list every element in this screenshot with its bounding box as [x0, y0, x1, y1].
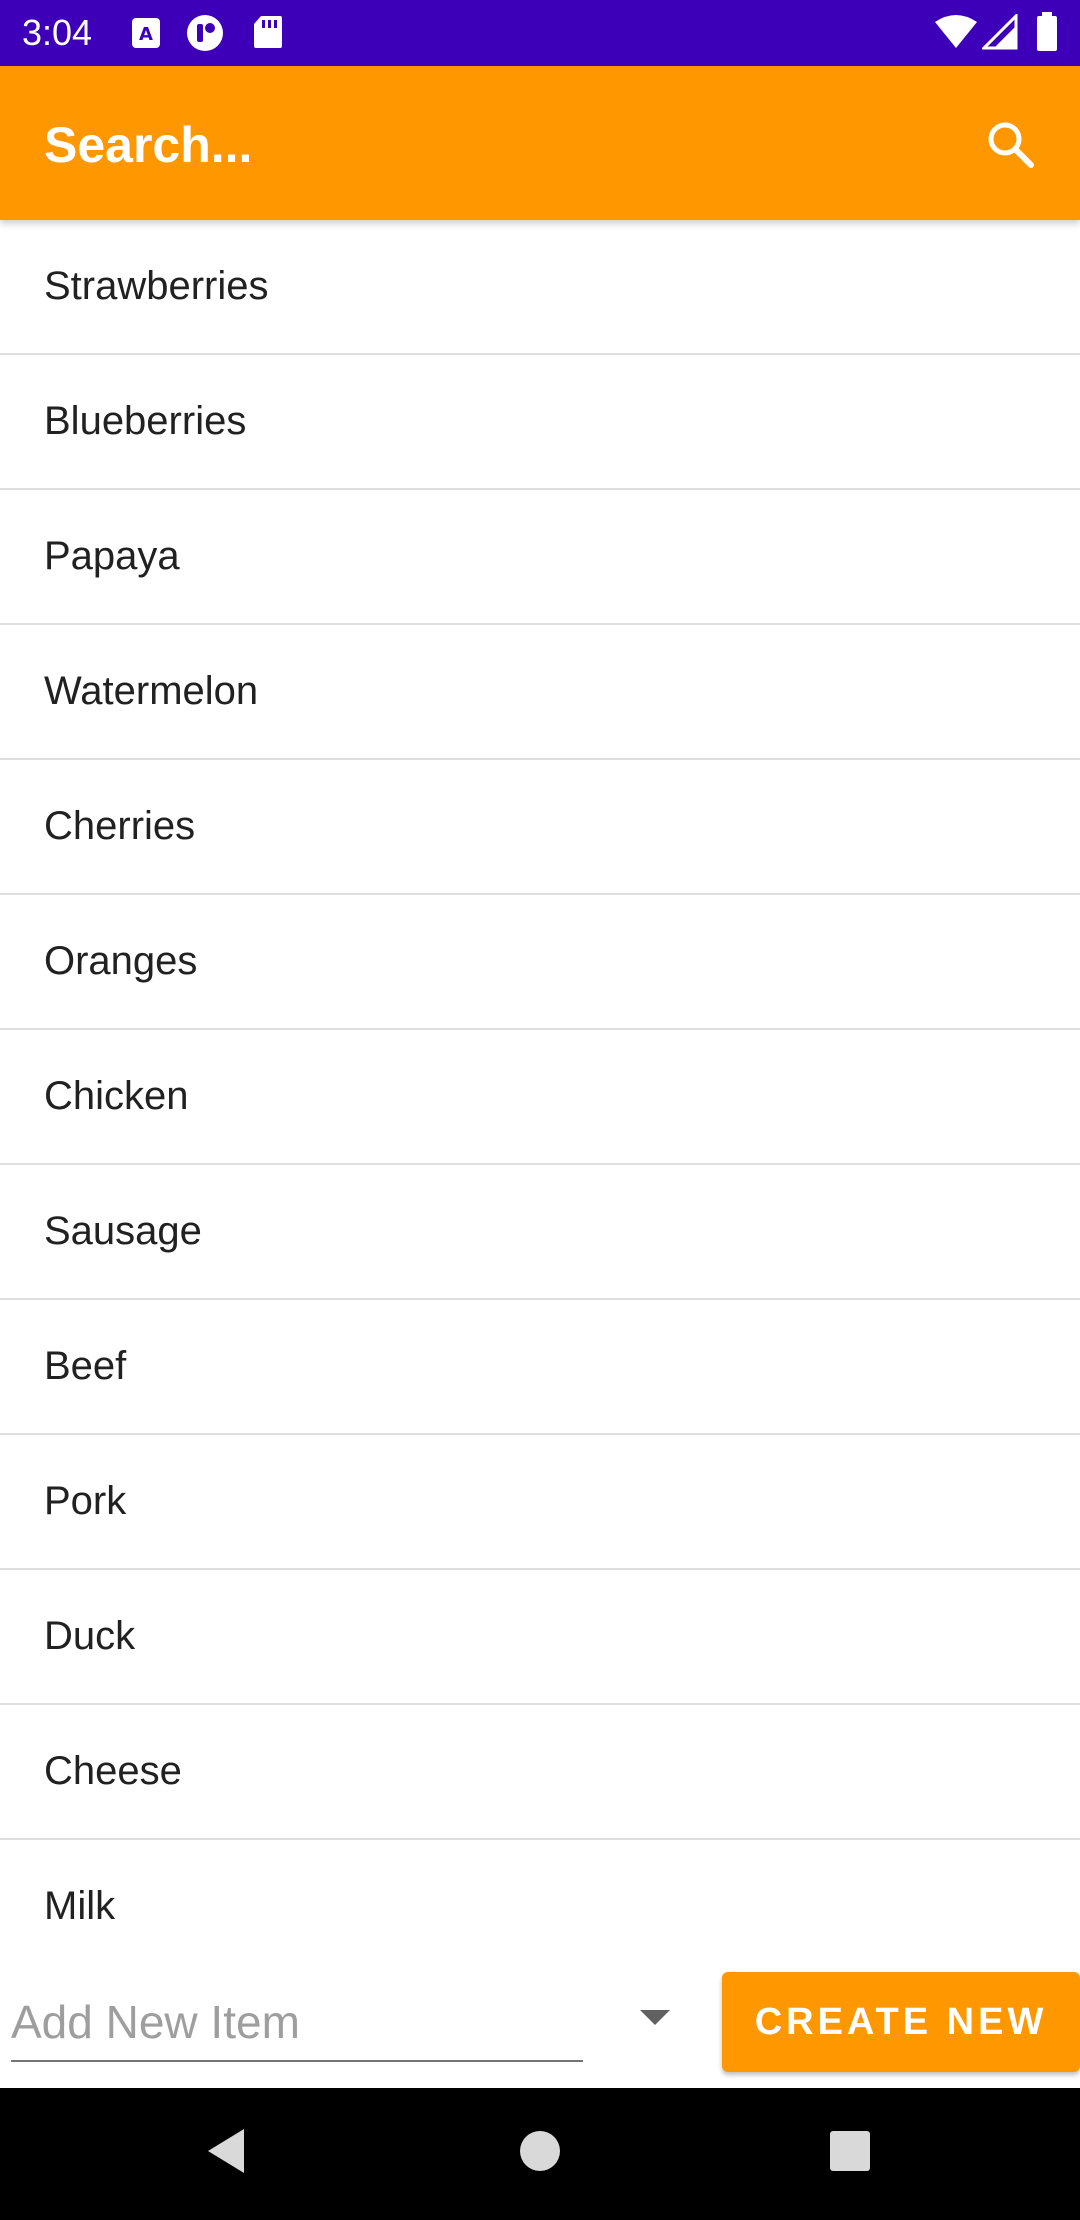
- recents-button[interactable]: [810, 2118, 890, 2188]
- sd-card-icon: [252, 14, 284, 55]
- list-item[interactable]: Blueberries: [0, 355, 1080, 490]
- list-item[interactable]: Cheese: [0, 1705, 1080, 1840]
- list-item[interactable]: Duck: [0, 1570, 1080, 1705]
- battery-icon: [1036, 12, 1058, 57]
- signal-icon: [980, 12, 1018, 55]
- add-new-item-input[interactable]: [11, 1990, 583, 2062]
- dropdown-arrow-icon: [640, 2009, 670, 2031]
- back-icon: [204, 2127, 248, 2180]
- list-item[interactable]: Milk: [0, 1840, 1080, 1960]
- list-item[interactable]: Strawberries: [0, 220, 1080, 355]
- list-item[interactable]: Pork: [0, 1435, 1080, 1570]
- wifi-icon: [934, 14, 978, 55]
- list-item[interactable]: Beef: [0, 1300, 1080, 1435]
- search-app-bar: [0, 66, 1080, 220]
- list-item[interactable]: Cherries: [0, 760, 1080, 895]
- list-item[interactable]: Oranges: [0, 895, 1080, 1030]
- search-icon: [984, 118, 1036, 175]
- list-item[interactable]: Papaya: [0, 490, 1080, 625]
- svg-text:A: A: [139, 24, 153, 45]
- list-item[interactable]: Chicken: [0, 1030, 1080, 1165]
- category-dropdown[interactable]: [630, 2000, 680, 2040]
- status-time: 3:04: [22, 12, 93, 53]
- list-item[interactable]: Sausage: [0, 1165, 1080, 1300]
- list-item[interactable]: Watermelon: [0, 625, 1080, 760]
- system-nav-bar: [0, 2088, 1080, 2220]
- home-icon: [519, 2130, 561, 2177]
- status-bar: 3:04 A: [0, 0, 1080, 66]
- app-notification-icon: [186, 14, 224, 57]
- create-new-button[interactable]: CREATE NEW: [722, 1972, 1080, 2072]
- home-button[interactable]: [500, 2118, 580, 2188]
- item-list[interactable]: Strawberries Blueberries Papaya Watermel…: [0, 220, 1080, 1960]
- recents-icon: [829, 2130, 871, 2177]
- add-item-bar: CREATE NEW: [0, 1960, 1080, 2090]
- keyboard-a-icon: A: [130, 16, 162, 55]
- search-input[interactable]: [44, 110, 924, 180]
- back-button[interactable]: [186, 2118, 266, 2188]
- search-button[interactable]: [975, 111, 1045, 181]
